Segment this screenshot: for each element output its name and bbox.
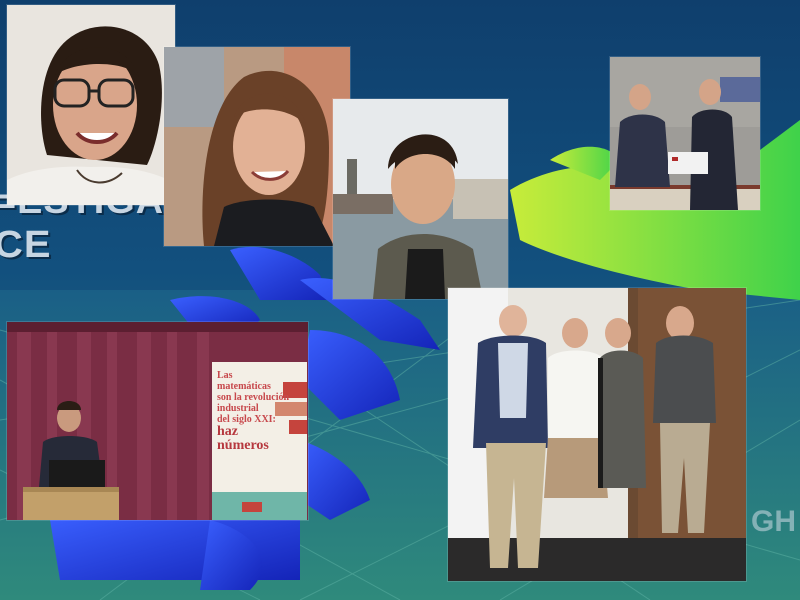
portrait-woman-long-hair bbox=[164, 47, 350, 246]
award-ceremony bbox=[610, 57, 760, 210]
portrait-man-london bbox=[333, 99, 508, 299]
group-of-four bbox=[448, 288, 746, 581]
lecture-speaker: Las matemáticas son la revolución indust… bbox=[7, 322, 308, 520]
portrait-woman-glasses bbox=[7, 5, 175, 205]
sign-text: Las matemáticas son la revolución indust… bbox=[217, 370, 290, 453]
background-logo-text: GH bbox=[751, 505, 796, 538]
